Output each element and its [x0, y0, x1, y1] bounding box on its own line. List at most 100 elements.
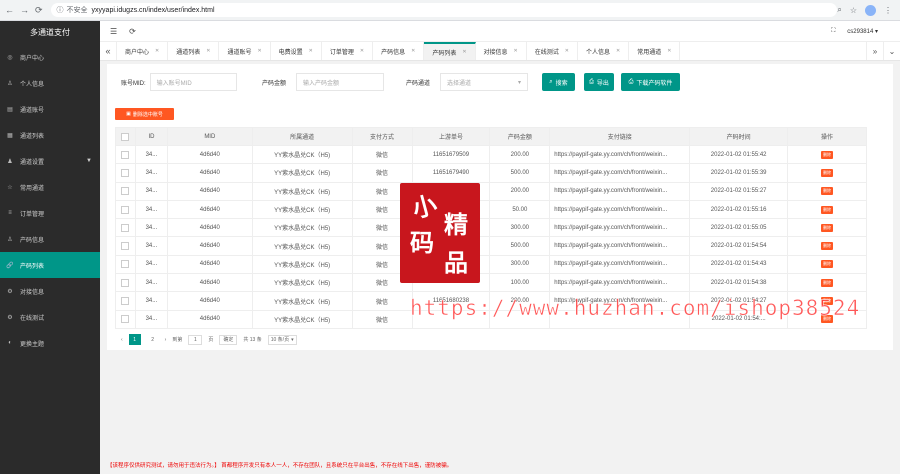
profile-avatar[interactable]: [865, 4, 876, 16]
row-checkbox[interactable]: [115, 218, 136, 238]
column-header[interactable]: 所属通道: [251, 127, 353, 146]
tab[interactable]: 个人信息 ✕: [578, 42, 630, 60]
tab[interactable]: 常用通道 ✕: [629, 42, 681, 60]
sidebar-item[interactable]: ▤ 通道账号: [0, 96, 100, 122]
next-page-icon[interactable]: ›: [165, 337, 167, 343]
goto-confirm-button[interactable]: 确定: [219, 334, 238, 345]
delete-button[interactable]: 删除: [821, 168, 834, 177]
tab[interactable]: 通道列表 ✕: [168, 42, 220, 60]
page-1[interactable]: 1: [128, 334, 141, 345]
export-button[interactable]: ⎙ 导出: [584, 73, 614, 91]
sidebar-item[interactable]: ▦ 通道列表: [0, 122, 100, 148]
row-checkbox[interactable]: [115, 309, 136, 329]
sidebar-item[interactable]: ◎ 商户中心: [0, 44, 100, 70]
row-checkbox[interactable]: [115, 181, 136, 201]
address-bar[interactable]: ⓘ 不安全 yxyyapi.idugzs.cn/index/user/index…: [50, 3, 838, 17]
sidebar-item[interactable]: ♟ 通道设置 ▼: [0, 148, 100, 174]
row-checkbox[interactable]: [115, 273, 136, 293]
star-icon[interactable]: ☆: [850, 6, 857, 15]
close-icon[interactable]: ✕: [206, 48, 210, 54]
delete-button[interactable]: 删除: [821, 278, 834, 287]
column-header[interactable]: 支付方式: [351, 127, 413, 146]
table-row: 34... 4d6d40 YY紫水晶兑CK（H5) 微信 300.00 https://p…: [115, 254, 867, 275]
sidebar-item[interactable]: ☆ 常用通道: [0, 174, 100, 200]
amount-input[interactable]: 输入产码金额: [296, 73, 385, 91]
delete-button[interactable]: 删除: [821, 205, 834, 214]
chevron-down-icon: ▾: [518, 79, 522, 86]
tab[interactable]: 商户中心 ✕: [117, 42, 169, 60]
column-header[interactable]: 支付链接: [549, 127, 691, 146]
close-icon[interactable]: ✕: [309, 48, 313, 54]
row-checkbox[interactable]: [115, 199, 136, 220]
stamp-char: 精: [444, 210, 468, 239]
row-checkbox[interactable]: [115, 291, 136, 311]
column-header[interactable]: ID: [134, 127, 168, 146]
delete-button[interactable]: 删除: [821, 242, 834, 251]
delete-button[interactable]: 删除: [821, 187, 834, 196]
page-2[interactable]: 2: [147, 334, 159, 345]
channel-select[interactable]: 选择通道 ▾: [440, 73, 529, 91]
column-header[interactable]: 产码金额: [489, 127, 551, 146]
table-cell: YY紫水晶兑CK（H5): [251, 273, 353, 293]
sidebar-item[interactable]: 🔗 产码列表: [0, 252, 100, 278]
tab-label: 对接信息: [483, 49, 508, 56]
tab[interactable]: 订单管理 ✕: [322, 42, 374, 60]
sidebar-item[interactable]: ⚙ 在线测试: [0, 304, 100, 330]
close-icon[interactable]: ✕: [257, 48, 261, 54]
tab[interactable]: 在线测试 ✕: [527, 42, 578, 60]
column-header[interactable]: 操作: [787, 127, 867, 146]
per-page-select[interactable]: 10 条/页 ▾: [267, 334, 297, 345]
search-icon[interactable]: ⌕: [837, 5, 841, 15]
account-input[interactable]: 输入账号MID: [149, 73, 237, 91]
refresh-icon[interactable]: ⟳: [129, 27, 136, 36]
tab[interactable]: 电费设置 ✕: [271, 42, 322, 60]
table-cell: 50.00: [489, 199, 551, 220]
select-all-checkbox[interactable]: [115, 127, 136, 146]
row-checkbox[interactable]: [115, 236, 136, 256]
goto-input[interactable]: 1: [188, 334, 203, 345]
column-header[interactable]: 上游单号: [411, 127, 491, 146]
close-icon[interactable]: ✕: [411, 48, 415, 54]
tab-label: 产码列表: [432, 50, 457, 57]
tab[interactable]: 对接信息 ✕: [476, 42, 527, 60]
prev-page-icon[interactable]: ‹: [121, 337, 123, 343]
close-icon[interactable]: ✕: [565, 48, 569, 54]
sidebar-item[interactable]: ◐ 更换主题: [0, 330, 100, 356]
close-icon[interactable]: ✕: [462, 49, 466, 55]
sidebar-item[interactable]: ♙ 个人信息: [0, 70, 100, 96]
close-icon[interactable]: ✕: [667, 48, 671, 54]
row-checkbox[interactable]: [115, 144, 136, 165]
menu-toggle-icon[interactable]: ☰: [110, 27, 117, 36]
delete-button[interactable]: 删除: [821, 260, 834, 269]
tab[interactable]: 通道账号 ✕: [219, 42, 271, 60]
forward-icon[interactable]: →: [20, 5, 29, 15]
table-cell: https://paypif-gate.yy.com/ch/front/weix…: [549, 144, 691, 165]
column-header[interactable]: 产码时间: [689, 127, 789, 146]
delete-button[interactable]: 删除: [821, 223, 834, 232]
tabs-menu-icon[interactable]: ⌄: [883, 42, 900, 60]
channel-label: 产码通道: [406, 80, 431, 87]
download-button[interactable]: ⎙ 下载产码软件: [621, 73, 680, 91]
sidebar-item[interactable]: ⚙ 对接信息: [0, 278, 100, 304]
delete-selected-button[interactable]: ▣ 删除选中账号: [115, 108, 174, 120]
column-header[interactable]: MID: [166, 127, 253, 146]
back-icon[interactable]: ←: [5, 5, 14, 15]
reload-icon[interactable]: ⟳: [35, 5, 43, 16]
row-checkbox[interactable]: [115, 254, 136, 275]
close-icon[interactable]: ✕: [155, 48, 159, 54]
sidebar-item[interactable]: ♙ 产码信息: [0, 226, 100, 252]
tabs-next-icon[interactable]: »: [866, 42, 883, 60]
tabs-prev-icon[interactable]: «: [100, 42, 117, 60]
close-icon[interactable]: ✕: [360, 48, 364, 54]
search-button[interactable]: ⌕ 搜索: [542, 73, 575, 91]
close-icon[interactable]: ✕: [616, 48, 620, 54]
row-checkbox[interactable]: [115, 163, 136, 183]
user-menu[interactable]: cs293814 ▾: [847, 28, 878, 35]
tab[interactable]: 产码列表 ✕: [424, 42, 476, 60]
close-icon[interactable]: ✕: [514, 48, 518, 54]
fullscreen-icon[interactable]: ⛶: [831, 28, 835, 35]
menu-dots-icon[interactable]: ⋮: [884, 6, 892, 15]
sidebar-item[interactable]: ≡ 订单管理: [0, 200, 100, 226]
delete-button[interactable]: 删除: [821, 150, 834, 159]
tab[interactable]: 产码信息 ✕: [373, 42, 425, 60]
